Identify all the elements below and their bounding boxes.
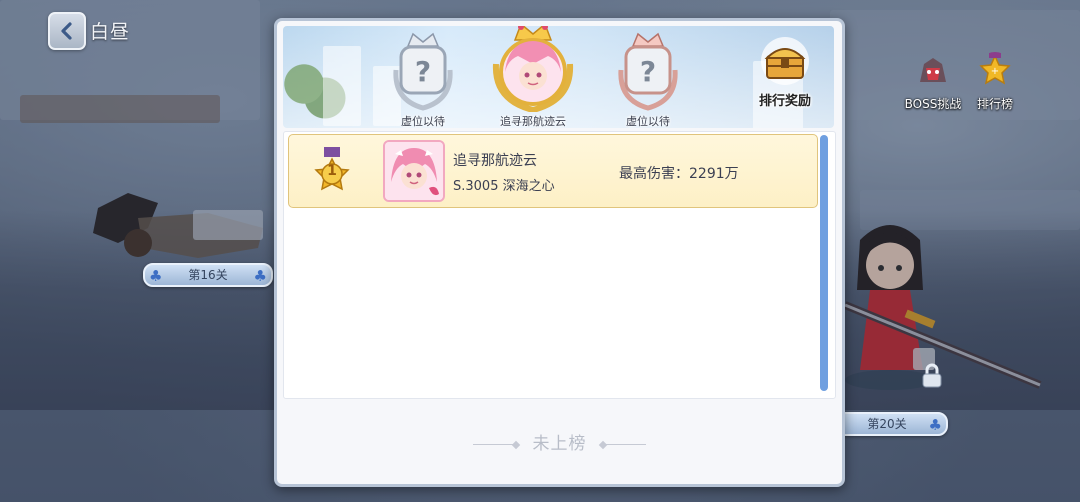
club-icon: ♣ (149, 267, 163, 285)
scene-title: 白昼 (90, 21, 131, 43)
treasure-chest-icon (761, 37, 809, 85)
club-icon: ♣ (928, 416, 942, 434)
bronze-crown-question-icon: ? (618, 32, 678, 111)
scrollbar[interactable] (820, 135, 828, 391)
my-rank-status: 未上榜 (277, 429, 842, 454)
max-damage: 最高伤害：2291万 (619, 166, 739, 182)
podium-third[interactable]: ? 虚位以待 (608, 30, 688, 128)
gold-crown-avatar-icon (492, 26, 574, 114)
avatar[interactable] (383, 140, 445, 202)
rank-number: 1 (327, 163, 337, 179)
leaderboard-panel: ? 虚位以待 追寻那航迹云 ? 虚位以待 排行奖励 1 追寻那航迹云 S.300… (274, 18, 845, 487)
club-icon: ♣ (253, 267, 267, 285)
leaderboard-label: 排行榜 (976, 97, 1013, 111)
stage-right-label: 第20关 (867, 417, 907, 431)
ranking-reward-button[interactable]: 排行奖励 (750, 36, 820, 109)
podium-banner: ? 虚位以待 追寻那航迹云 ? 虚位以待 排行奖励 (283, 26, 834, 128)
silver-crown-question-icon: ? (393, 32, 453, 111)
stage-tag-left[interactable]: ♣ 第16关 ♣ (143, 263, 273, 287)
ranking-reward-label: 排行奖励 (758, 94, 811, 109)
stage-left-label: 第16关 (188, 268, 228, 282)
player-avatar-icon (385, 142, 443, 200)
leaderboard-icon: + (979, 52, 1011, 85)
svg-text:+: + (991, 66, 999, 77)
svg-text:?: ? (640, 55, 656, 88)
ranking-list[interactable]: 1 追寻那航迹云 S.3005 深海之心 最高伤害：2291万 (283, 131, 836, 399)
podium-third-label: 虚位以待 (626, 115, 670, 128)
podium-first[interactable]: 追寻那航迹云 (485, 26, 581, 128)
table-row[interactable]: 1 追寻那航迹云 S.3005 深海之心 最高伤害：2291万 (288, 134, 818, 208)
my-rank-label: 未上榜 (532, 434, 587, 454)
player-server: S.3005 深海之心 (453, 179, 555, 194)
back-button[interactable] (48, 12, 86, 50)
podium-second-label: 虚位以待 (401, 115, 445, 128)
player-name: 追寻那航迹云 (453, 153, 537, 169)
leaderboard-button[interactable]: + 排行榜 (960, 52, 1030, 112)
boss-icon (920, 58, 946, 82)
boss-challenge-button[interactable]: BOSS挑战 (898, 52, 968, 112)
boss-challenge-label: BOSS挑战 (904, 97, 962, 111)
podium-second[interactable]: ? 虚位以待 (383, 30, 463, 128)
lock-icon (922, 363, 942, 388)
chevron-left-icon (61, 22, 72, 40)
svg-text:?: ? (415, 55, 431, 88)
podium-first-label: 追寻那航迹云 (500, 115, 566, 128)
